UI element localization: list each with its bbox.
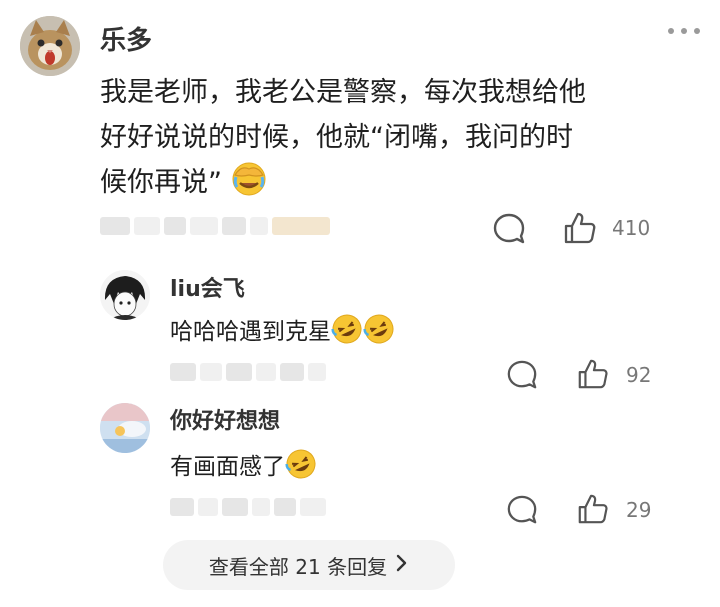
reply-author-name[interactable]: 你好好想想 [170,403,280,435]
sky-photo-avatar-icon [100,403,150,453]
comment-line-text: 候你再说” [100,167,222,198]
comment-text: 我是老师，我老公是警察，每次我想给他 好好说说的时候，他就“闭嘴，我问的时 候你… [100,70,700,211]
like-count: 29 [626,498,652,522]
blurred-metadata [170,362,326,382]
comment-line: 好好说说的时候，他就“闭嘴，我问的时 [100,122,573,153]
like-icon[interactable] [576,492,610,530]
rofl-emoji-icon [285,448,317,489]
reply-author-avatar[interactable] [100,270,150,320]
comment-line: 我是老师，我老公是警察，每次我想给他 [100,77,586,108]
reply-author-avatar[interactable] [100,403,150,453]
reply-author-name[interactable]: liu会飞 [170,271,245,303]
like-icon[interactable] [576,357,610,395]
rofl-emoji-icon [331,313,363,354]
author-name[interactable]: 乐多 [100,20,152,57]
more-options-icon[interactable] [668,28,700,34]
facepalm-laughing-emoji-icon [231,161,267,211]
reply-text: 有画面感了 [170,448,317,489]
comment-line: 候你再说” [100,160,700,211]
rofl-emoji-icon [363,313,395,354]
like-count: 410 [612,216,651,240]
comment-icon[interactable] [506,494,538,530]
comment-icon[interactable] [492,212,526,250]
comment-icon[interactable] [506,359,538,395]
author-avatar[interactable] [20,16,80,76]
blurred-metadata [100,216,330,236]
cat-avatar-icon [20,16,80,76]
view-all-replies-label: 查看全部 21 条回复 [208,554,388,579]
like-icon[interactable] [562,210,598,250]
blurred-metadata [170,497,326,517]
anime-character-avatar-icon [100,270,150,320]
reply-text-content: 哈哈哈遇到克星 [170,319,331,345]
reply-text-content: 有画面感了 [170,454,285,480]
reply-text: 哈哈哈遇到克星 [170,313,395,354]
chevron-right-icon [395,553,409,577]
view-all-replies-button[interactable]: 查看全部 21 条回复 [163,540,455,590]
like-count: 92 [626,363,652,387]
